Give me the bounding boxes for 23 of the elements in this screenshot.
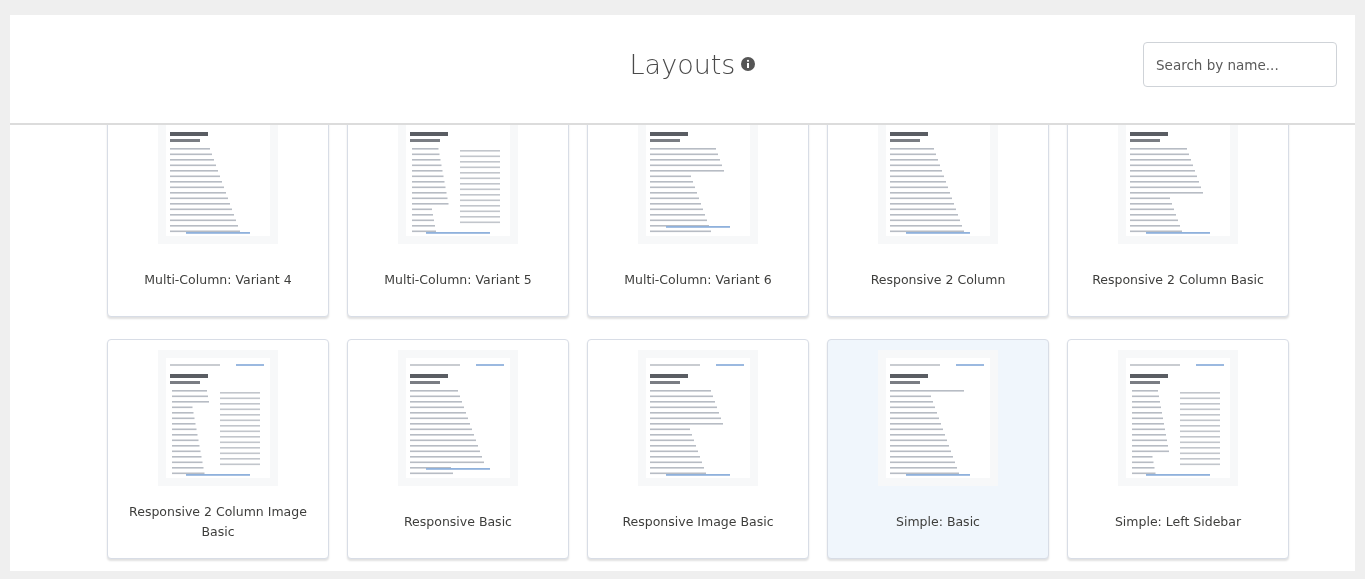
layout-name: Multi-Column: Variant 6: [623, 271, 773, 289]
layout-card[interactable]: Multi-Column: Variant 4: [107, 125, 329, 317]
layout-card[interactable]: Responsive 2 Column Basic: [1067, 125, 1289, 317]
page-title: Layouts: [629, 48, 736, 80]
layout-name: Responsive Basic: [403, 513, 513, 531]
layout-name: Responsive 2 Column: [869, 271, 1007, 289]
layout-name: Responsive 2 Column Basic: [1091, 271, 1265, 289]
search-field[interactable]: Search by name...: [1143, 42, 1337, 87]
layout-name: Multi-Column: Variant 4: [143, 271, 293, 289]
layout-name: Simple: Basic: [895, 513, 981, 531]
layout-name: Responsive 2 Column Image Basic: [128, 503, 308, 541]
layout-name: Multi-Column: Variant 5: [383, 271, 533, 289]
layout-card[interactable]: Responsive Basic: [347, 339, 569, 559]
layout-card[interactable]: Responsive 2 Column: [827, 125, 1049, 317]
layout-card[interactable]: Multi-Column: Variant 5: [347, 125, 569, 317]
layout-name: Responsive Image Basic: [621, 513, 775, 531]
layout-name: Simple: Left Sidebar: [1113, 513, 1243, 531]
layout-card[interactable]: Responsive 2 Column Image Basic: [107, 339, 329, 559]
layout-card[interactable]: Simple: Left Sidebar: [1067, 339, 1289, 559]
layout-card[interactable]: Multi-Column: Variant 6: [587, 125, 809, 317]
layout-card[interactable]: Simple: Basic: [827, 339, 1049, 559]
info-icon[interactable]: [741, 57, 756, 71]
layout-card[interactable]: Responsive Image Basic: [587, 339, 809, 559]
